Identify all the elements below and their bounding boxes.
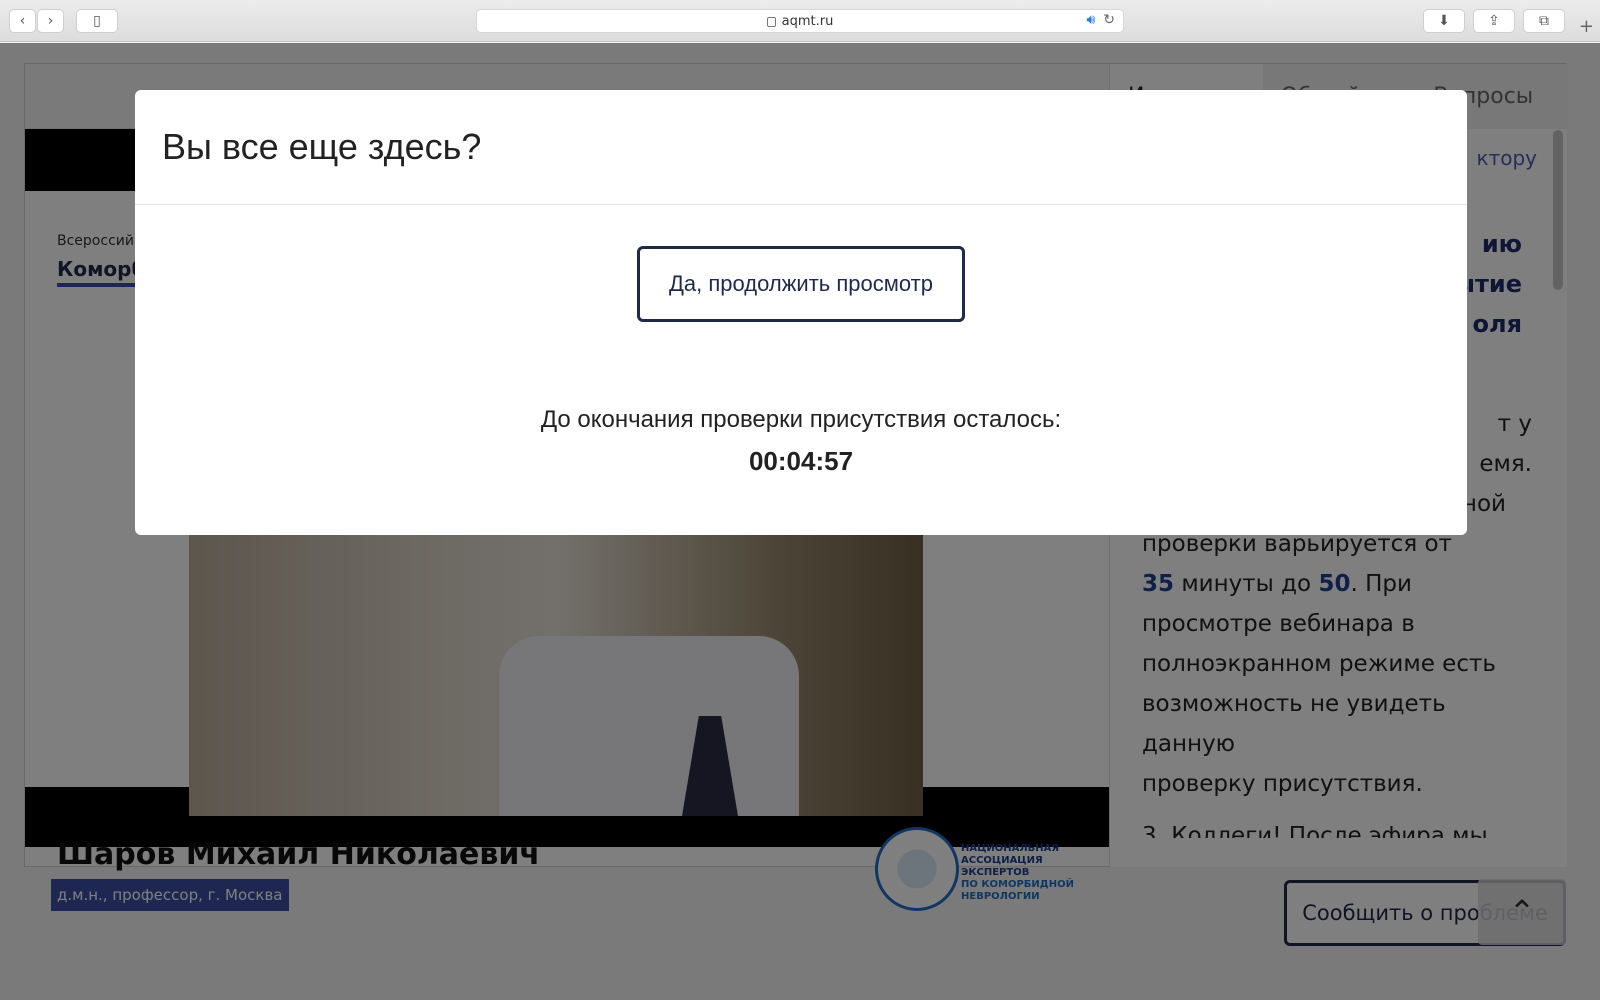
countdown-label: До окончания проверки присутствия остало… [540, 406, 1062, 433]
browser-toolbar: ‹ › ▯ aqmt.ru 🔊︎ ↻ ⬇ ⇪ ⧉ + [0, 0, 1600, 42]
countdown-time: 00:04:57 [748, 446, 854, 476]
back-button[interactable]: ‹ [9, 9, 36, 33]
plus-icon[interactable]: + [1579, 16, 1594, 37]
lock-icon [766, 17, 776, 27]
reload-icon[interactable]: ↻ [1103, 12, 1115, 28]
modal-title: Вы все еще здесь? [162, 126, 482, 167]
sidebar-toggle-button[interactable]: ▯ [76, 9, 118, 33]
share-button[interactable]: ⇪ [1473, 9, 1515, 33]
continue-watching-button[interactable]: Да, продолжить просмотр [637, 246, 965, 322]
audio-icon[interactable]: 🔊︎ [1086, 12, 1095, 28]
modal-header: Вы все еще здесь? [135, 90, 1467, 205]
url-text: aqmt.ru [781, 13, 834, 29]
address-bar[interactable]: aqmt.ru 🔊︎ ↻ [476, 9, 1124, 33]
sidebar-icon: ▯ [93, 13, 101, 29]
tabs-button[interactable]: ⧉ [1523, 9, 1565, 33]
chevron-left-icon: ‹ [19, 13, 26, 29]
tabs-icon: ⧉ [1539, 13, 1549, 29]
share-icon: ⇪ [1488, 13, 1500, 29]
presence-check-modal: Вы все еще здесь? Да, продолжить просмот… [135, 90, 1467, 535]
chevron-right-icon: › [47, 13, 54, 29]
download-icon: ⬇ [1438, 13, 1450, 29]
download-button[interactable]: ⬇ [1423, 9, 1465, 33]
forward-button[interactable]: › [37, 9, 64, 33]
